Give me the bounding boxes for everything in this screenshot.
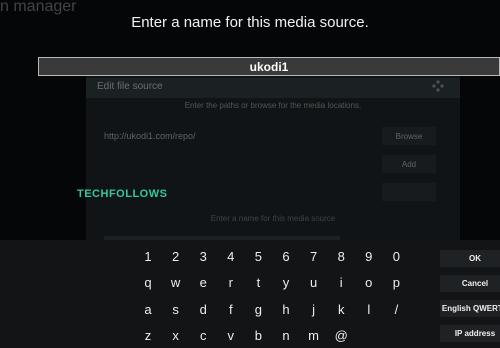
keyboard-key[interactable]: 4 bbox=[222, 249, 240, 264]
kodi-logo-icon bbox=[432, 80, 444, 92]
keyboard-key[interactable]: 8 bbox=[332, 249, 350, 264]
keyboard-key[interactable]: g bbox=[249, 302, 267, 317]
keyboard-key[interactable]: q bbox=[139, 275, 157, 290]
keyboard-key[interactable]: h bbox=[277, 302, 295, 317]
keyboard-key[interactable]: x bbox=[167, 328, 185, 343]
keyboard-key[interactable]: b bbox=[249, 328, 267, 343]
keyboard-key[interactable]: 5 bbox=[249, 249, 267, 264]
keyboard-prompt-title: Enter a name for this media source. bbox=[131, 14, 369, 31]
edit-source-instruction: Enter the paths or browse for the media … bbox=[184, 101, 362, 110]
keyboard-key[interactable]: 0 bbox=[387, 249, 405, 264]
add-button[interactable]: Add bbox=[382, 155, 436, 173]
ok-button[interactable]: OK bbox=[440, 250, 500, 267]
keyboard-key[interactable]: y bbox=[277, 275, 295, 290]
keyboard-key[interactable]: e bbox=[194, 275, 212, 290]
keyboard-key[interactable]: t bbox=[249, 275, 267, 290]
keyboard-key[interactable]: f bbox=[222, 302, 240, 317]
keyboard-key[interactable]: 9 bbox=[360, 249, 378, 264]
remove-button[interactable] bbox=[382, 183, 436, 201]
cancel-button[interactable]: Cancel bbox=[440, 275, 500, 292]
keyboard-key[interactable]: 3 bbox=[194, 249, 212, 264]
keyboard-key[interactable]: l bbox=[360, 302, 378, 317]
keyboard-key[interactable]: @ bbox=[332, 328, 350, 343]
keyboard-key[interactable]: w bbox=[167, 275, 185, 290]
edit-source-dialog-title: Edit file source bbox=[97, 81, 163, 92]
keyboard-key[interactable]: z bbox=[139, 328, 157, 343]
keyboard-key[interactable]: 6 bbox=[277, 249, 295, 264]
ip-address-button[interactable]: IP address bbox=[440, 325, 500, 342]
keyboard-key[interactable]: d bbox=[194, 302, 212, 317]
keyboard-key[interactable]: n bbox=[277, 328, 295, 343]
keyboard-key[interactable]: a bbox=[139, 302, 157, 317]
browse-button[interactable]: Browse bbox=[382, 127, 436, 145]
keyboard-key[interactable]: s bbox=[167, 302, 185, 317]
keyboard-key[interactable]: o bbox=[360, 275, 378, 290]
keyboard-key[interactable]: / bbox=[387, 302, 405, 317]
keyboard-key[interactable]: 2 bbox=[167, 249, 185, 264]
layout-button[interactable]: English QWERTY bbox=[440, 300, 500, 317]
keyboard-key[interactable]: 7 bbox=[305, 249, 323, 264]
keyboard-key[interactable]: r bbox=[222, 275, 240, 290]
media-source-name-input[interactable]: ukodi1 bbox=[38, 57, 500, 76]
media-source-name-hint: Enter a name for this media source bbox=[210, 214, 336, 223]
keyboard-key[interactable]: u bbox=[305, 275, 323, 290]
keyboard-key[interactable]: c bbox=[194, 328, 212, 343]
source-path[interactable]: http://ukodi1.com/repo/ bbox=[104, 131, 196, 141]
keyboard-key[interactable]: 1 bbox=[139, 249, 157, 264]
keyboard-key[interactable]: v bbox=[222, 328, 240, 343]
keyboard-key[interactable]: p bbox=[387, 275, 405, 290]
keyboard-key[interactable]: j bbox=[305, 302, 323, 317]
techfollows-watermark: TECHFOLLOWS bbox=[77, 188, 168, 200]
keyboard-key[interactable]: m bbox=[305, 328, 323, 343]
keyboard-key[interactable]: i bbox=[332, 275, 350, 290]
keyboard-key[interactable]: k bbox=[332, 302, 350, 317]
